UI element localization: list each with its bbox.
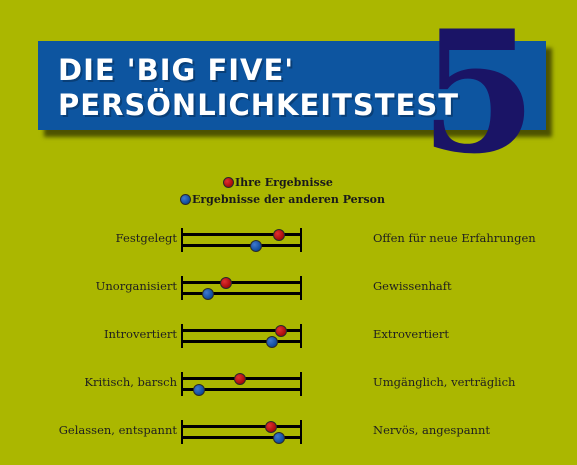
trait-left-label: Introvertiert [103, 327, 177, 341]
legend-own-label: Ihre Ergebnisse [235, 176, 333, 189]
scale-right-cap [300, 372, 302, 396]
scale-left-cap [181, 420, 183, 444]
trait-left-label: Unorganisiert [95, 279, 177, 293]
trait-row: Festgelegt Offen für neue Erfahrungen [0, 228, 577, 268]
scale-left-cap [181, 372, 183, 396]
scale-right-cap [300, 276, 302, 300]
legend-other-dot [180, 194, 191, 205]
trait-right-label: Offen für neue Erfahrungen [373, 231, 536, 245]
trait-row: Unorganisiert Gewissenhaft [0, 276, 577, 316]
other-result-marker [201, 288, 214, 300]
other-result-marker [250, 240, 263, 252]
trait-right-label: Umgänglich, verträglich [373, 375, 516, 389]
trait-right-label: Gewissenhaft [373, 279, 452, 293]
scale-bar-other [181, 292, 302, 295]
trait-right-label: Extrovertiert [373, 327, 449, 341]
scale-left-cap [181, 228, 183, 252]
scale-bar-own [181, 281, 302, 284]
scale-right-cap [300, 420, 302, 444]
trait-left-label: Gelassen, entspannt [58, 423, 177, 437]
trait-left-label: Festgelegt [115, 231, 177, 245]
own-result-marker [219, 277, 232, 289]
big-five-digit: 5 [420, 0, 537, 191]
scale-bar-other [181, 340, 302, 343]
other-result-marker [273, 432, 285, 444]
own-result-marker [275, 325, 288, 337]
trait-left-label: Kritisch, barsch [84, 375, 177, 389]
scale-left-cap [181, 324, 183, 348]
trait-scale [181, 372, 302, 396]
other-result-marker [193, 384, 206, 396]
other-result-marker [265, 336, 278, 348]
trait-right-label: Nervös, angespannt [373, 423, 490, 437]
scale-bar-own [181, 425, 302, 428]
scale-right-cap [300, 324, 302, 348]
trait-scale [181, 420, 302, 444]
title-line-1: DIE 'BIG FIVE' [58, 53, 295, 87]
scale-right-cap [300, 228, 302, 252]
own-result-marker [264, 421, 277, 433]
own-result-marker [273, 229, 285, 241]
scale-left-cap [181, 276, 183, 300]
trait-row: Kritisch, barsch Umgänglich, verträglich [0, 372, 577, 412]
trait-scale [181, 228, 302, 252]
own-result-marker [234, 373, 247, 385]
trait-row: Introvertiert Extrovertiert [0, 324, 577, 364]
scale-bar-other [181, 244, 302, 247]
legend-other-label: Ergebnisse der anderen Person [192, 193, 385, 206]
legend-own-dot [223, 177, 234, 188]
title-line-2: PERSÖNLICHKEITSTEST [58, 88, 460, 122]
trait-scale [181, 276, 302, 300]
trait-row: Gelassen, entspannt Nervös, angespannt [0, 420, 577, 460]
trait-scale [181, 324, 302, 348]
